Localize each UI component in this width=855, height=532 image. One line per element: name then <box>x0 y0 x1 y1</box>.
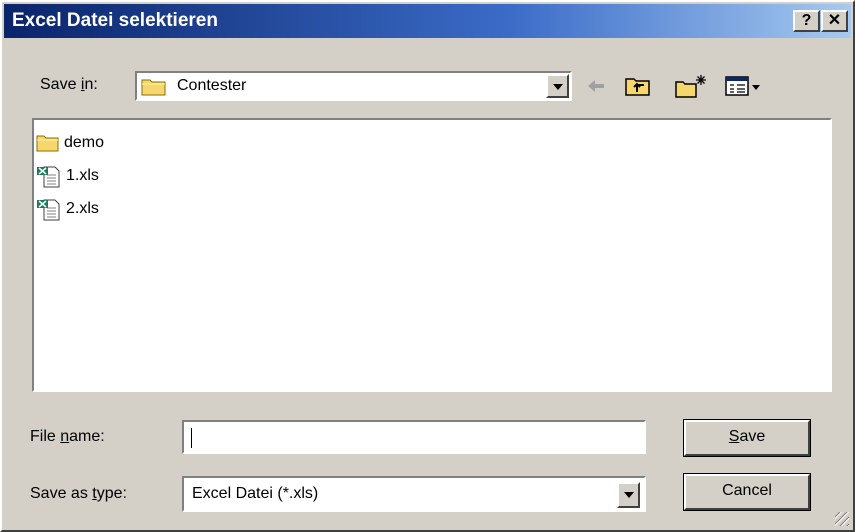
list-item-file[interactable]: 1.xls <box>36 161 99 191</box>
folder-icon <box>36 135 59 152</box>
save-as-type-dropdown-button[interactable] <box>617 482 640 508</box>
resize-grip[interactable] <box>835 512 849 526</box>
save-in-combo[interactable]: Contester <box>135 71 572 101</box>
file-name-field-label: File name: <box>30 428 105 445</box>
folder-icon <box>141 79 166 96</box>
file-list[interactable]: demo 1.xls 2.xls <box>32 118 832 392</box>
close-icon: ✕ <box>827 12 842 29</box>
save-in-label: Save in: <box>40 76 98 93</box>
help-button[interactable]: ? <box>793 10 820 32</box>
text-caret <box>191 428 192 448</box>
excel-file-icon <box>37 166 60 188</box>
save-as-type-label: Save as type: <box>30 485 127 502</box>
help-icon: ? <box>801 12 812 29</box>
list-item-folder[interactable]: demo <box>36 128 104 158</box>
up-folder-icon[interactable] <box>624 73 652 99</box>
cancel-button[interactable]: Cancel <box>683 473 811 511</box>
close-button[interactable]: ✕ <box>821 10 848 32</box>
excel-file-icon <box>37 199 60 221</box>
list-item-file[interactable]: 2.xls <box>36 194 99 224</box>
file-name-label: demo <box>64 134 105 151</box>
back-arrow-icon[interactable] <box>584 73 608 99</box>
file-name-label: 1.xls <box>66 167 99 184</box>
save-button[interactable]: Save <box>683 419 811 457</box>
save-as-type-select[interactable]: Excel Datei (*.xls) <box>182 476 646 512</box>
file-name-label: 2.xls <box>66 200 99 217</box>
views-menu-icon[interactable] <box>724 73 766 99</box>
save-in-value: Contester <box>177 77 247 94</box>
save-in-dropdown-button[interactable] <box>546 74 569 98</box>
save-as-type-value: Excel Datei (*.xls) <box>192 485 319 502</box>
file-name-input[interactable] <box>182 420 646 454</box>
new-folder-icon[interactable] <box>674 73 708 99</box>
title-bar[interactable]: Excel Datei selektieren ? ✕ <box>4 4 851 38</box>
window-title: Excel Datei selektieren <box>12 10 218 31</box>
save-dialog: Excel Datei selektieren ? ✕ Save in: Con… <box>0 0 855 532</box>
